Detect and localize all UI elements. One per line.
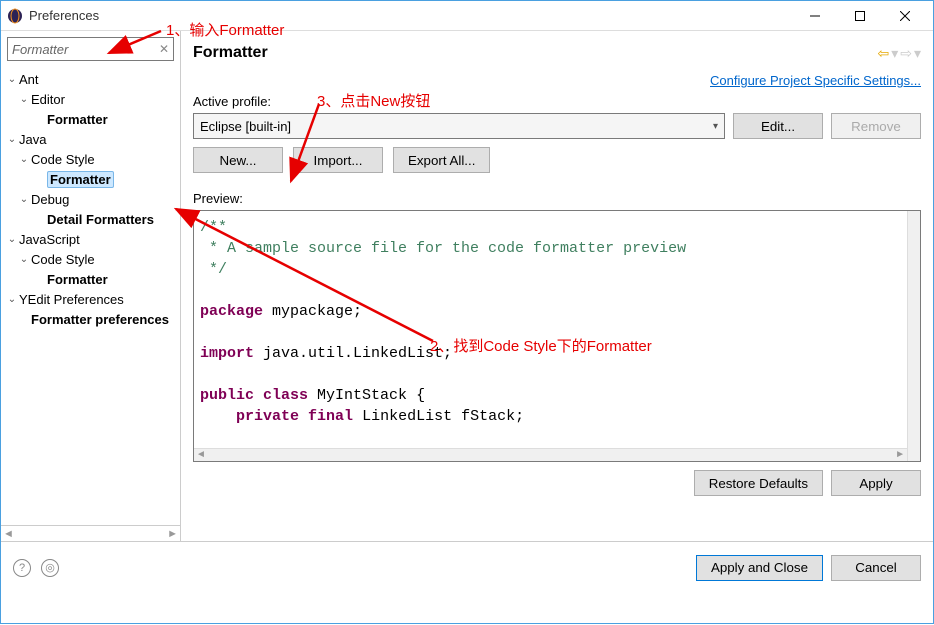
tree-item-javascript[interactable]: ⌄JavaScript (1, 229, 180, 249)
tree-item-ant[interactable]: ⌄Ant (1, 69, 180, 89)
nav-back-menu-icon[interactable]: ▾ (891, 45, 898, 62)
tree-item-label: Code Style (31, 152, 95, 167)
tree-item-label: Ant (19, 72, 39, 87)
nav-history: ⇦ ▾ ⇨ ▾ (877, 45, 921, 62)
window-title: Preferences (29, 8, 99, 23)
tree-item-label: YEdit Preferences (19, 292, 124, 307)
tree-item-label: Formatter preferences (31, 312, 169, 327)
formatter-pane: Formatter ⇦ ▾ ⇨ ▾ Configure Project Spec… (181, 31, 933, 541)
sidebar-hscroll[interactable]: ◄► (1, 525, 180, 541)
tree-item-debug[interactable]: ⌄Debug (1, 189, 180, 209)
tree-item-java[interactable]: ⌄Java (1, 129, 180, 149)
twisty-icon[interactable]: ⌄ (5, 234, 19, 245)
nav-forward-icon[interactable]: ⇨ (900, 45, 912, 62)
remove-button: Remove (831, 113, 921, 139)
tree-item-label: Detail Formatters (47, 212, 154, 227)
twisty-icon[interactable]: ⌄ (17, 254, 31, 265)
close-button[interactable] (882, 2, 927, 30)
preview-label: Preview: (193, 191, 921, 206)
minimize-button[interactable] (792, 2, 837, 30)
tree-item-yedit-preferences[interactable]: ⌄YEdit Preferences (1, 289, 180, 309)
tree-item-formatter[interactable]: Formatter (1, 109, 180, 129)
tree-item-label: Debug (31, 192, 69, 207)
active-profile-label: Active profile: (193, 94, 921, 109)
tree-item-code-style[interactable]: ⌄Code Style (1, 249, 180, 269)
import-export-icon[interactable]: ◎ (41, 559, 59, 577)
tree-item-label: JavaScript (19, 232, 80, 247)
dialog-footer: ? ◎ Apply and Close Cancel (1, 541, 933, 593)
tree-item-code-style[interactable]: ⌄Code Style (1, 149, 180, 169)
configure-project-link[interactable]: Configure Project Specific Settings... (710, 73, 921, 88)
preview-code: /** * A sample source file for the code … (194, 211, 920, 433)
tree-item-label: Formatter (47, 272, 108, 287)
tree-item-editor[interactable]: ⌄Editor (1, 89, 180, 109)
twisty-icon[interactable]: ⌄ (17, 194, 31, 205)
tree-item-formatter[interactable]: Formatter (1, 269, 180, 289)
tree-item-detail-formatters[interactable]: Detail Formatters (1, 209, 180, 229)
filter-input-wrap: ✕ (7, 37, 174, 61)
twisty-icon[interactable]: ⌄ (17, 94, 31, 105)
titlebar: Preferences (1, 1, 933, 31)
export-all-button[interactable]: Export All... (393, 147, 490, 173)
tree-item-label: Editor (31, 92, 65, 107)
nav-back-icon[interactable]: ⇦ (877, 45, 889, 62)
chevron-down-icon: ▾ (713, 121, 718, 132)
tree-item-formatter[interactable]: Formatter (1, 169, 180, 189)
tree-item-label: Java (19, 132, 46, 147)
preferences-tree[interactable]: ⌄Ant⌄EditorFormatter⌄Java⌄Code StyleForm… (1, 67, 180, 525)
tree-item-formatter-preferences[interactable]: Formatter preferences (1, 309, 180, 329)
apply-button[interactable]: Apply (831, 470, 921, 496)
page-heading: Formatter (193, 44, 268, 62)
restore-defaults-button[interactable]: Restore Defaults (694, 470, 823, 496)
import-button[interactable]: Import... (293, 147, 383, 173)
tree-item-label: Code Style (31, 252, 95, 267)
cancel-button[interactable]: Cancel (831, 555, 921, 581)
twisty-icon[interactable]: ⌄ (5, 294, 19, 305)
preferences-tree-sidebar: ✕ ⌄Ant⌄EditorFormatter⌄Java⌄Code StyleFo… (1, 31, 181, 541)
apply-and-close-button[interactable]: Apply and Close (696, 555, 823, 581)
edit-button[interactable]: Edit... (733, 113, 823, 139)
nav-forward-menu-icon[interactable]: ▾ (914, 45, 921, 62)
preview-hscroll[interactable]: ◄► (194, 448, 907, 461)
new-button[interactable]: New... (193, 147, 283, 173)
twisty-icon[interactable]: ⌄ (17, 154, 31, 165)
tree-item-label: Formatter (47, 112, 108, 127)
twisty-icon[interactable]: ⌄ (5, 134, 19, 145)
code-preview: /** * A sample source file for the code … (193, 210, 921, 462)
clear-filter-icon[interactable]: ✕ (159, 42, 169, 56)
filter-input[interactable] (12, 42, 159, 57)
tree-item-label: Formatter (47, 171, 114, 188)
preview-vscroll[interactable] (907, 211, 920, 461)
help-icon[interactable]: ? (13, 559, 31, 577)
maximize-button[interactable] (837, 2, 882, 30)
twisty-icon[interactable]: ⌄ (5, 74, 19, 85)
active-profile-select[interactable]: Eclipse [built-in] ▾ (193, 113, 725, 139)
active-profile-value: Eclipse [built-in] (200, 119, 291, 134)
eclipse-icon (7, 8, 23, 24)
